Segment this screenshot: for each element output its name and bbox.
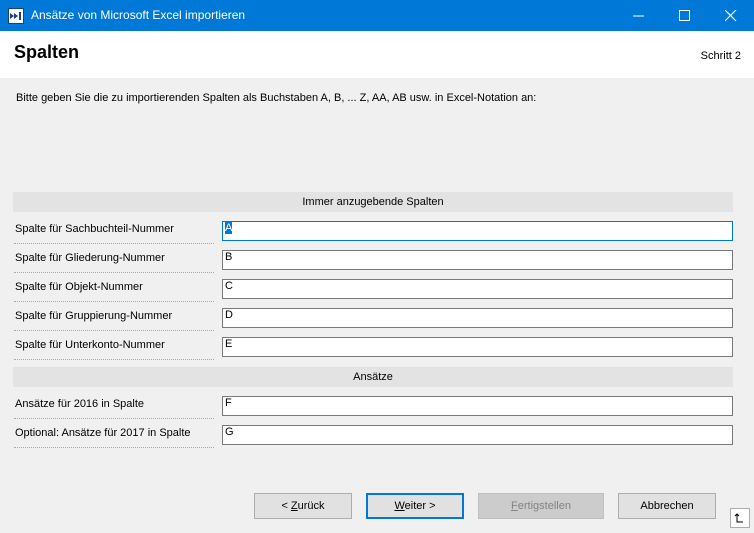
- back-rest: urück: [297, 500, 325, 512]
- label-text: Spalte für Sachbuchteil-Nummer: [15, 223, 174, 235]
- resize-grip-icon[interactable]: [730, 508, 750, 528]
- input-value: F: [225, 397, 232, 409]
- wizard-content: Bitte geben Sie die zu importierenden Sp…: [0, 78, 754, 533]
- wizard-header: Spalten Schritt 2: [0, 31, 754, 78]
- section-header-ansaetze: Ansätze: [13, 367, 733, 387]
- minimize-icon: [633, 15, 644, 17]
- sachbuchteil-column-input[interactable]: A: [222, 221, 733, 241]
- close-button[interactable]: [708, 0, 754, 31]
- label-gliederung: Spalte für Gliederung-Nummer: [14, 247, 214, 273]
- label-sachbuchteil: Spalte für Sachbuchteil-Nummer: [14, 218, 214, 244]
- next-mnemonic: W: [394, 500, 405, 512]
- title-bar[interactable]: Ansätze von Microsoft Excel importieren: [0, 0, 754, 31]
- ansaetze-2016-column-input[interactable]: F: [222, 396, 733, 416]
- import-arrow-icon: [8, 8, 24, 24]
- back-mnemonic: Z: [290, 500, 298, 512]
- label-objekt: Spalte für Objekt-Nummer: [14, 276, 214, 302]
- gruppierung-column-input[interactable]: D: [222, 308, 733, 328]
- label-gruppierung: Spalte für Gruppierung-Nummer: [14, 305, 214, 331]
- label-text: Optional: Ansätze für 2017 in Spalte: [15, 427, 191, 439]
- instruction-text: Bitte geben Sie die zu importierenden Sp…: [16, 92, 537, 104]
- input-value: C: [225, 280, 233, 292]
- finish-mnemonic: F: [511, 500, 518, 512]
- back-prefix: <: [281, 500, 291, 512]
- label-text: Spalte für Gruppierung-Nummer: [15, 310, 173, 322]
- input-value: G: [225, 426, 234, 438]
- finish-rest: ertigstellen: [517, 500, 571, 512]
- cancel-button[interactable]: Abbrechen: [618, 493, 716, 519]
- label-unterkonto: Spalte für Unterkonto-Nummer: [14, 334, 214, 360]
- resize-arrow-icon: [734, 513, 743, 523]
- label-ansaetze-2017: Optional: Ansätze für 2017 in Spalte: [14, 422, 214, 448]
- label-text: Ansätze für 2016 in Spalte: [15, 398, 145, 410]
- ansaetze-2017-column-input[interactable]: G: [222, 425, 733, 445]
- section-header-always: Immer anzugebende Spalten: [13, 192, 733, 212]
- label-text: Spalte für Gliederung-Nummer: [15, 252, 165, 264]
- window-title: Ansätze von Microsoft Excel importieren: [31, 8, 246, 22]
- label-text: Spalte für Objekt-Nummer: [15, 281, 143, 293]
- input-value: E: [225, 338, 233, 350]
- close-icon: [725, 10, 737, 22]
- finish-button[interactable]: Fertigstellen: [478, 493, 604, 519]
- label-text: Spalte für Unterkonto-Nummer: [15, 339, 165, 351]
- page-title: Spalten: [14, 42, 80, 62]
- input-value: D: [225, 309, 233, 321]
- maximize-icon: [679, 10, 690, 21]
- input-value: B: [225, 251, 233, 263]
- objekt-column-input[interactable]: C: [222, 279, 733, 299]
- minimize-button[interactable]: [616, 0, 662, 31]
- next-button[interactable]: Weiter >: [366, 493, 464, 519]
- unterkonto-column-input[interactable]: E: [222, 337, 733, 357]
- next-rest: eiter >: [404, 500, 436, 512]
- gliederung-column-input[interactable]: B: [222, 250, 733, 270]
- label-ansaetze-2016: Ansätze für 2016 in Spalte: [14, 393, 214, 419]
- back-button[interactable]: < Zurück: [254, 493, 352, 519]
- step-indicator: Schritt 2: [700, 50, 741, 62]
- input-value: A: [225, 222, 233, 234]
- maximize-button[interactable]: [662, 0, 708, 31]
